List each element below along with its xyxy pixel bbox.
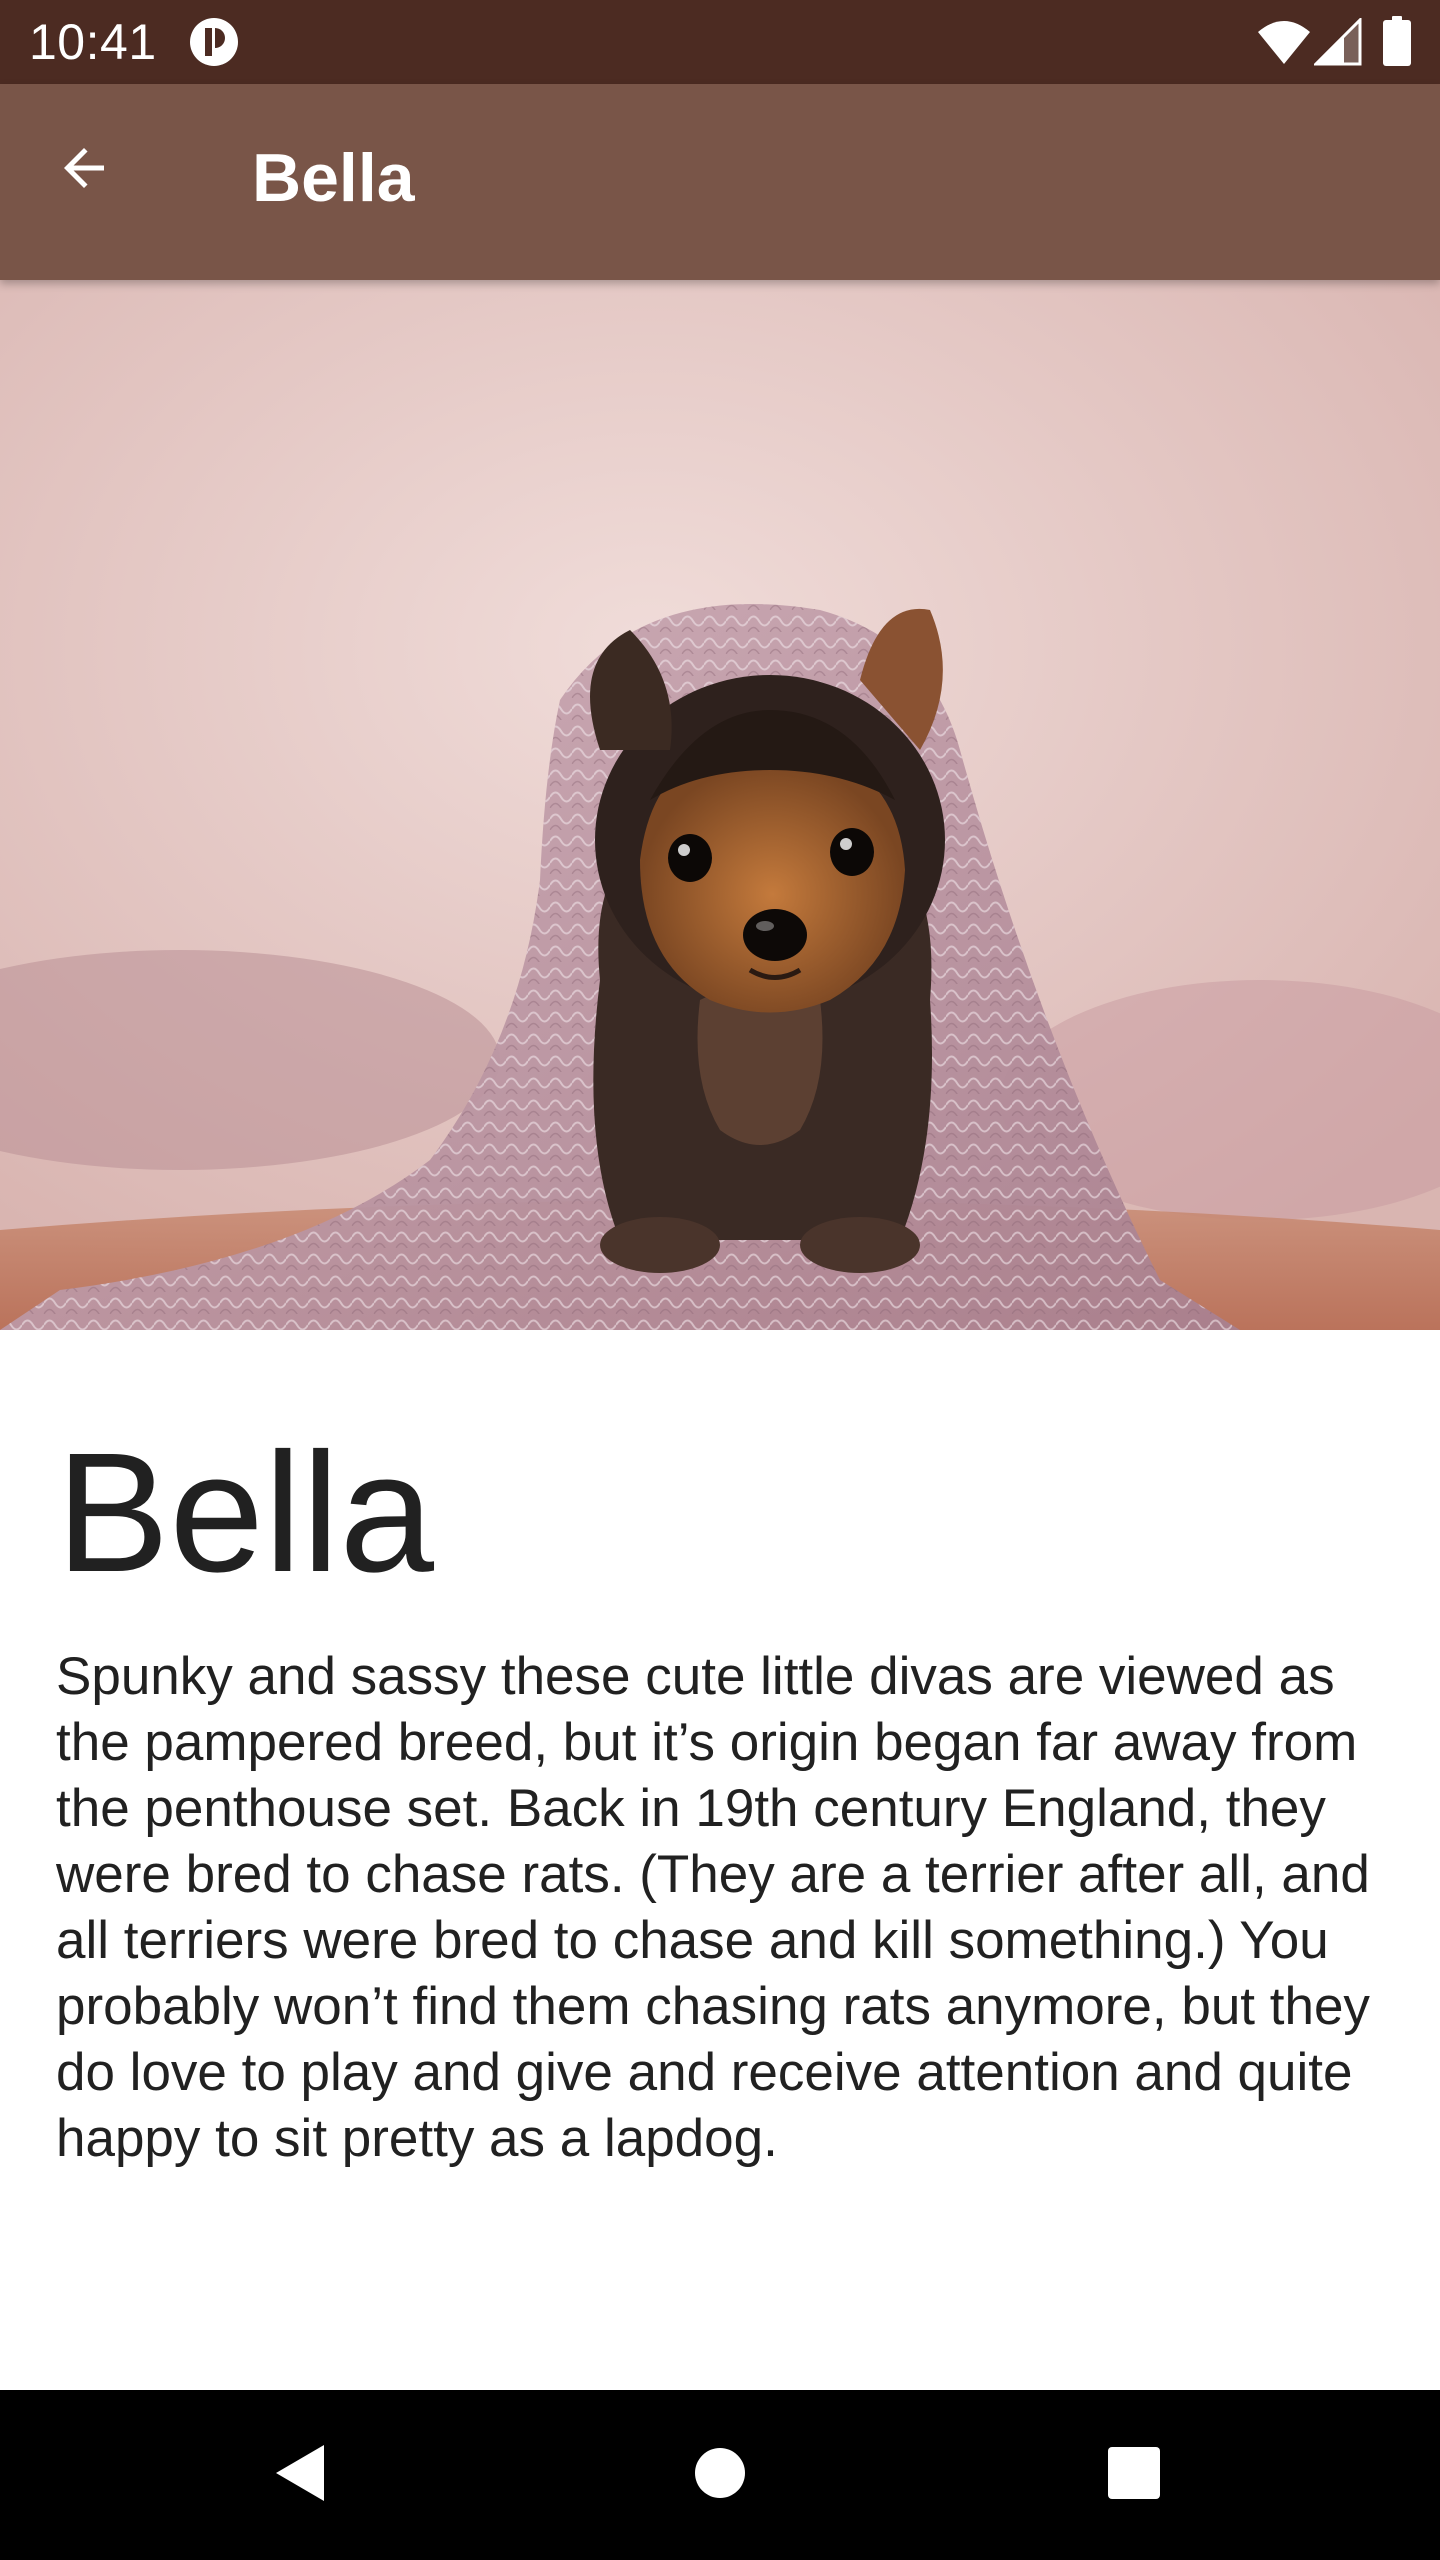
arrow-back-icon [54,138,114,203]
puppy-photo [0,280,1440,1330]
system-navigation-bar [0,2390,1440,2560]
nav-recents-icon [1108,2446,1160,2504]
dog-description: Spunky and sassy these cute little divas… [56,1647,1370,2168]
back-button[interactable] [36,122,132,218]
app-bar: Bella [0,84,1440,280]
status-bar: 10:41 [0,0,1440,84]
dog-name-heading: Bella [56,1418,435,1608]
app-bar-title: Bella [252,140,415,216]
nav-back-icon [270,2441,330,2510]
nav-home-button[interactable] [670,2425,770,2525]
app-notification-icon [188,16,240,68]
status-time: 10:41 [29,14,157,70]
nav-recents-button[interactable] [1084,2425,1184,2525]
battery-icon [1383,16,1411,66]
cell-signal-icon [1312,16,1362,66]
nav-back-button[interactable] [250,2425,350,2525]
hero-image [0,280,1440,1330]
wifi-icon [1256,18,1312,66]
nav-home-icon [694,2447,746,2504]
dog-details: Bella Spunky and sassy these cute little… [0,1330,1440,2390]
